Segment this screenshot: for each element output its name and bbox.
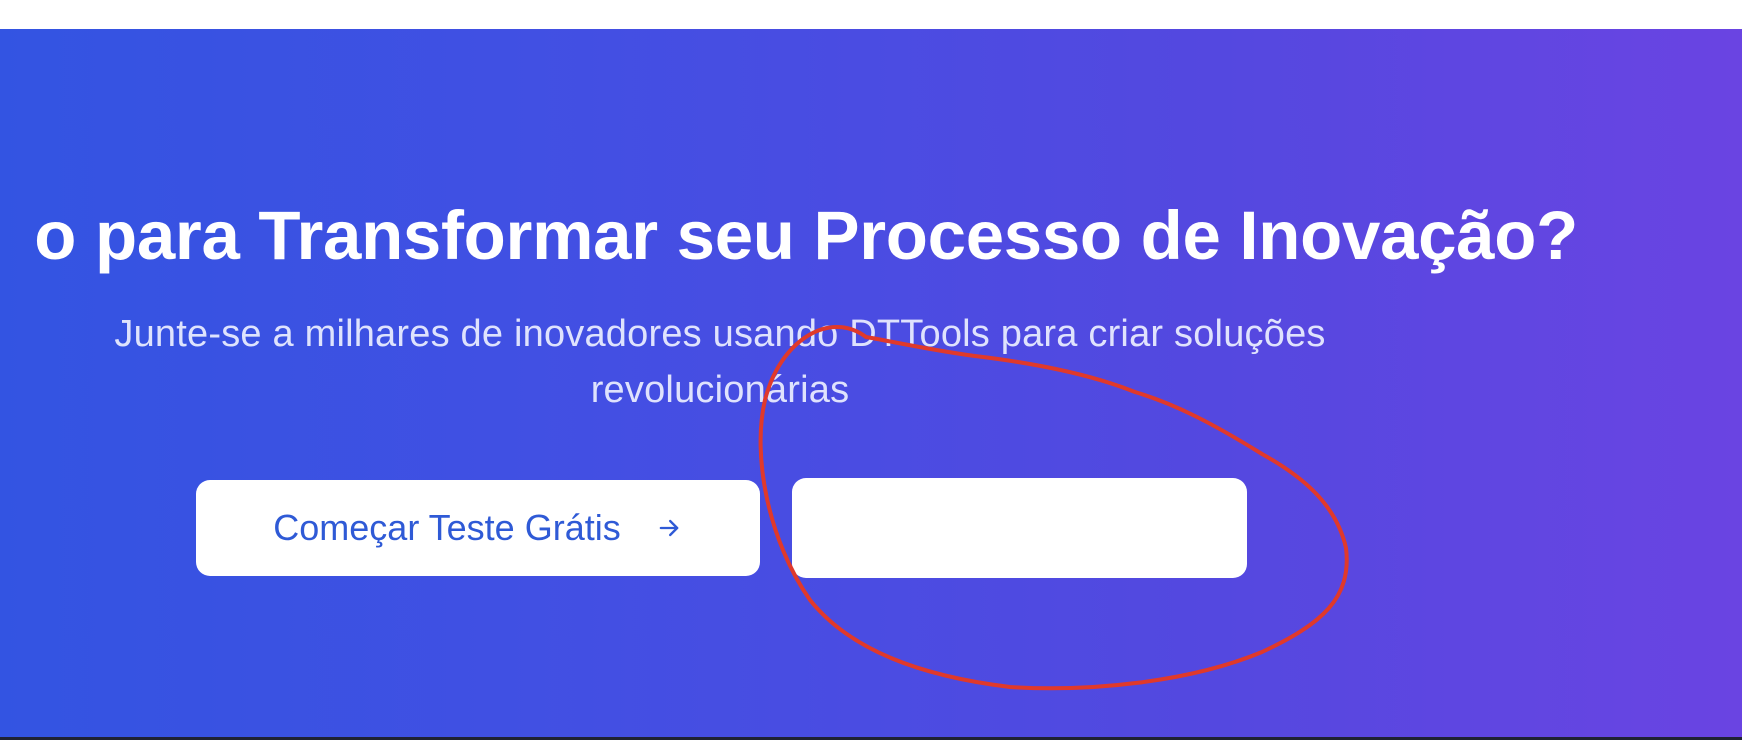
cta-subtitle: Junte-se a milhares de inovadores usando… [114, 313, 1326, 411]
cta-section: o para Transformar seu Processo de Inova… [0, 29, 1742, 737]
start-free-trial-button[interactable]: Começar Teste Grátis [196, 480, 760, 576]
cta-headline: o para Transformar seu Processo de Inova… [34, 197, 1578, 274]
page: o para Transformar seu Processo de Inova… [0, 0, 1742, 740]
start-free-trial-label: Começar Teste Grátis [273, 507, 621, 548]
secondary-cta-button[interactable] [792, 478, 1247, 578]
arrow-right-icon [655, 514, 683, 542]
top-strip [0, 0, 1742, 29]
